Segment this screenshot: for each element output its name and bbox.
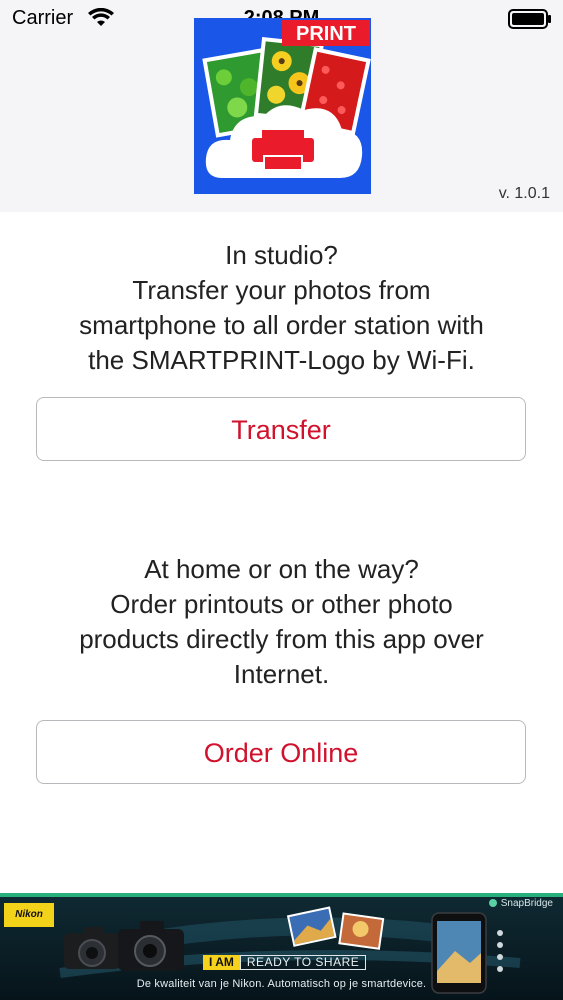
snapbridge-label: SnapBridge (488, 898, 553, 909)
order-online-button[interactable]: Order Online (36, 720, 526, 784)
home-line-4: Internet. (233, 659, 330, 689)
snapbridge-text: SnapBridge (500, 898, 553, 909)
banner-tagline: I AM READY TO SHARE (203, 955, 367, 970)
studio-line-3: smartphone to all order station with (79, 310, 484, 340)
home-line-1: At home or on the way? (144, 554, 419, 584)
studio-line-2: Transfer your photos from (132, 275, 431, 305)
logo-print-badge: PRINT (296, 23, 356, 45)
studio-description: In studio? Transfer your photos from sma… (0, 238, 563, 378)
tagline-ready: READY TO SHARE (239, 955, 367, 970)
camera-left-icon (64, 927, 120, 969)
studio-line-4: the SMARTPRINT-Logo by Wi-Fi. (88, 345, 475, 375)
version-label: v. 1.0.1 (498, 185, 550, 202)
transfer-button[interactable]: Transfer (36, 397, 526, 461)
tagline-iam: I AM (203, 955, 240, 970)
nikon-logo: Nikon (4, 903, 54, 927)
app-logo: PRINT (194, 18, 371, 194)
battery-icon (508, 9, 551, 29)
ad-banner[interactable]: Nikon SnapBridge I AM READY TO SHARE De … (0, 893, 563, 1000)
studio-line-1: In studio? (225, 240, 338, 270)
header: Carrier 2:08 PM (0, 0, 563, 212)
home-line-3: products directly from this app over (79, 624, 484, 654)
home-line-2: Order printouts or other photo (110, 589, 453, 619)
home-description: At home or on the way? Order printouts o… (0, 552, 563, 692)
banner-subtitle: De kwaliteit van je Nikon. Automatisch o… (136, 978, 427, 990)
snapbridge-icon (488, 899, 497, 908)
app-screen: Carrier 2:08 PM (0, 0, 563, 1000)
